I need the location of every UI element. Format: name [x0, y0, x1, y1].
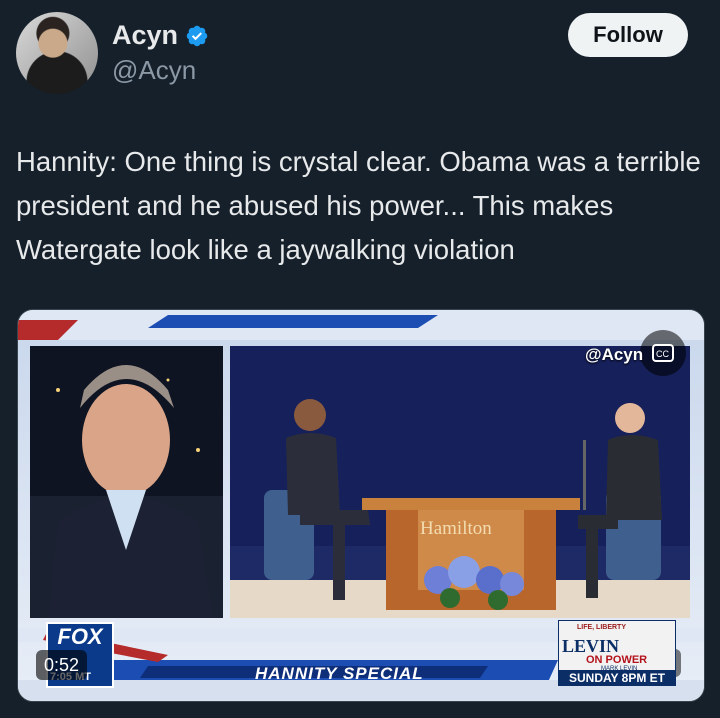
user-handle[interactable]: @Acyn [112, 55, 196, 86]
promo-on-power-text: ON POWER [586, 654, 648, 666]
show-title: HANNITY SPECIAL [255, 664, 424, 683]
fox-logo-text: FOX [57, 624, 103, 649]
promo-life-text: LIFE, LIBERTY [577, 624, 626, 631]
user-display-name[interactable]: Acyn [112, 20, 178, 51]
closed-captions-icon: CC [652, 344, 674, 362]
table-banner-text: Hamilton [420, 518, 492, 539]
svg-text:CC: CC [656, 349, 669, 359]
avatar[interactable] [16, 12, 98, 94]
follow-button[interactable]: Follow [568, 13, 688, 57]
tweet-text: Hannity: One thing is crystal clear. Oba… [16, 146, 701, 265]
levin-promo: LIFE, LIBERTY LEVIN ON POWER MARK LEVIN … [558, 620, 676, 686]
promo-schedule: SUNDAY 8PM ET [559, 670, 675, 685]
user-name-row[interactable]: Acyn [112, 20, 209, 51]
video-watermark: @Acyn [585, 345, 644, 364]
verified-badge-icon [186, 25, 208, 46]
closed-captions-button[interactable]: CC [640, 330, 686, 376]
video-duration: 0:52 [36, 650, 88, 680]
